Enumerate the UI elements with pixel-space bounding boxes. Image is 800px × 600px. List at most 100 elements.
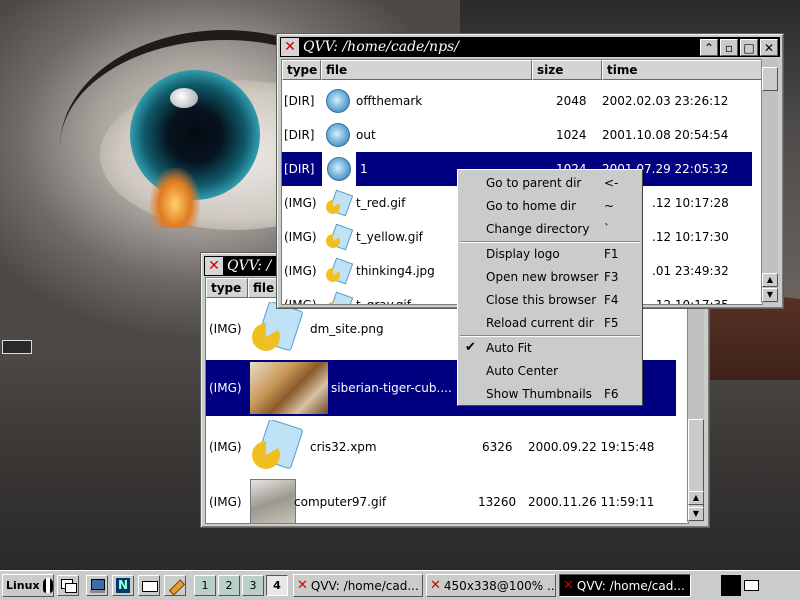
task-button[interactable]: ✕ QVV: /home/cad... [293,574,423,597]
menu-item-change-directory[interactable]: Change directory ` [458,218,642,241]
list-item[interactable]: [DIR] offthemark 2048 2002.02.03 23:26:1… [282,84,762,118]
image-file-icon [250,302,306,356]
task-label: QVV: /home/cad... [576,578,685,593]
minimize-button[interactable]: ▫ [720,38,738,56]
window-menu-icon[interactable]: ✕ [281,38,299,56]
qvv-app-icon: ✕ [297,578,308,593]
type-cell: [DIR] [284,128,315,142]
scroll-down-button[interactable]: ▼ [762,288,778,302]
scroll-up-button[interactable]: ▲ [688,491,704,505]
mail-launcher-icon[interactable] [138,575,160,596]
type-cell: (IMG) [284,196,317,210]
menu-item-label: Display logo [486,247,560,261]
menu-item-shortcut: ` [604,222,610,236]
image-file-icon [326,186,354,220]
task-button-active[interactable]: ✕ QVV: /home/cad... [559,574,691,597]
column-header-size[interactable]: size [532,60,602,80]
type-cell: [DIR] [284,162,315,176]
column-header-file[interactable]: file [321,60,532,80]
menu-item-shortcut: F3 [604,270,619,284]
menu-item-label: Change directory [486,222,590,236]
menu-item-label: Show Thumbnails [486,387,592,401]
time-cell: .12 10:17:35 [652,298,729,305]
file-name-cell: out [356,128,376,142]
time-cell: .12 10:17:28 [652,196,729,210]
window-title: QVV: /home/cade/nps/ [303,39,459,55]
penguin-icon [42,578,53,593]
file-name-cell: siberian-tiger-cub.... [331,381,452,395]
menu-item-go-to-parent-dir[interactable]: Go to parent dir <- [458,172,642,195]
time-cell: .12 10:17:30 [652,230,729,244]
folder-gear-icon [326,118,354,152]
menu-item-label: Reload current dir [486,316,594,330]
menu-item-shortcut: <- [604,176,619,190]
list-item[interactable]: (IMG) computer97.gif 13260 2000.11.26 11… [206,478,688,523]
menu-item-auto-fit[interactable]: ✔ Auto Fit [458,337,642,360]
size-cell: 6326 [482,440,513,454]
qvv-app-icon: ✕ [563,578,574,593]
desktop-1-button[interactable]: 1 [194,575,216,596]
column-header-time[interactable]: time [602,60,762,80]
context-menu[interactable]: Go to parent dir <- Go to home dir ~ Cha… [457,169,643,406]
computer-launcher-icon[interactable] [86,575,108,596]
type-cell: (IMG) [284,230,317,244]
type-cell: (IMG) [209,322,242,336]
desktop-icon[interactable] [2,340,32,354]
menu-item-close-this-browser[interactable]: Close this browser F4 [458,289,642,312]
task-button[interactable]: ✕ 450x338@100% ... [426,574,556,597]
menu-item-label: Open new browser [486,270,599,284]
file-name-cell: offthemark [356,94,423,108]
menu-item-open-new-browser[interactable]: Open new browser F3 [458,266,642,289]
scrollbar-thumb[interactable] [762,67,778,91]
menu-item-label: Go to parent dir [486,176,582,190]
file-name-cell: computer97.gif [294,495,387,509]
desktop-4-button[interactable]: 4 [266,575,288,596]
vertical-scrollbar[interactable]: ▲ ▼ [687,277,704,522]
file-name-cell: cris32.xpm [310,440,377,454]
menu-item-display-logo[interactable]: Display logo F1 [458,243,642,266]
folder-gear-icon [322,152,356,186]
taskbar: Linux N 1 2 3 4 ✕ QVV: /home/cad... ✕ 45… [0,570,800,600]
image-file-icon [326,220,354,254]
task-label: 450x338@100% ... [443,578,556,593]
type-cell: (IMG) [209,381,242,395]
time-cell: 2000.11.26 11:59:11 [528,495,655,509]
editor-launcher-icon[interactable] [164,575,186,596]
menu-item-shortcut: F1 [604,247,619,261]
netscape-launcher-icon[interactable]: N [112,575,134,596]
time-cell: 2000.09.22 19:15:48 [528,440,655,454]
menu-item-shortcut: ~ [604,199,615,213]
image-file-icon [326,288,354,304]
menu-item-reload-current-dir[interactable]: Reload current dir F5 [458,312,642,335]
size-cell: 13260 [478,495,517,509]
monitor-icon[interactable] [721,575,741,596]
maximize-button[interactable]: □ [740,38,758,56]
menu-item-label: Go to home dir [486,199,577,213]
menu-item-shortcut: F4 [604,293,619,307]
scroll-down-button[interactable]: ▼ [688,507,704,521]
list-item[interactable]: [DIR] out 1024 2001.10.08 20:54:54 [282,118,762,152]
type-cell: [DIR] [284,94,315,108]
menu-item-auto-center[interactable]: Auto Center [458,360,642,383]
column-header-type[interactable]: type [206,278,248,298]
mail-icon[interactable] [744,580,759,591]
checkmark-icon: ✔ [465,340,476,355]
scroll-up-button[interactable]: ▲ [762,273,778,287]
menu-item-shortcut: F5 [604,316,619,330]
menu-item-show-thumbnails[interactable]: Show Thumbnails F6 [458,383,642,406]
titlebar[interactable]: ✕ QVV: /home/cade/nps/ ⌃ ▫ □ ✕ [280,37,780,57]
wallpaper-flame [150,168,200,228]
vertical-scrollbar[interactable]: ▲ ▼ [761,59,778,303]
time-cell: 2001.10.08 20:54:54 [602,128,729,142]
desktop-3-button[interactable]: 3 [242,575,264,596]
column-header-type[interactable]: type [282,60,321,80]
shade-button[interactable]: ⌃ [700,38,718,56]
window-menu-icon[interactable]: ✕ [205,257,223,275]
list-item[interactable]: (IMG) cris32.xpm 6326 2000.09.22 19:15:4… [206,420,688,474]
desktop-2-button[interactable]: 2 [218,575,240,596]
close-button[interactable]: ✕ [760,38,778,56]
start-button[interactable]: Linux [2,574,54,597]
time-cell: 2002.02.03 23:26:12 [602,94,729,108]
window-list-icon[interactable] [57,575,79,596]
menu-item-go-to-home-dir[interactable]: Go to home dir ~ [458,195,642,218]
